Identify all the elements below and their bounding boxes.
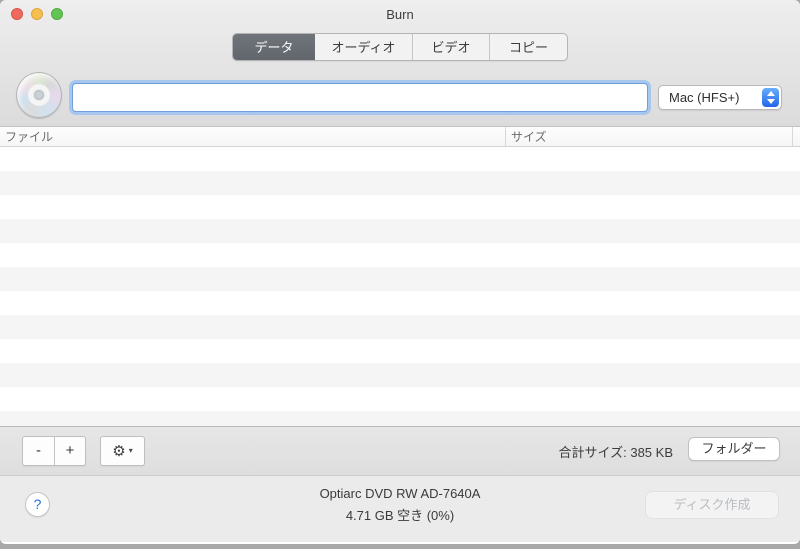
table-header: ファイル サイズ (0, 127, 800, 147)
file-list[interactable] (0, 147, 800, 426)
chevron-down-icon: ▾ (129, 447, 133, 455)
free-space-label: 4.71 GB 空き (0%) (200, 505, 600, 524)
window-chrome: Burn データ オーディオ ビデオ コピー Mac (HFS+) (0, 0, 800, 127)
mode-segmented-control: データ オーディオ ビデオ コピー (232, 33, 568, 61)
column-header-size[interactable]: サイズ (511, 127, 547, 147)
remove-item-button[interactable]: - (23, 437, 54, 465)
disc-name-input[interactable] (72, 83, 648, 112)
titlebar: Burn (0, 0, 800, 28)
add-item-button[interactable]: + (54, 437, 85, 465)
status-bar: ? Optiarc DVD RW AD-7640A 4.71 GB 空き (0%… (0, 475, 800, 542)
add-remove-group: - + (22, 436, 86, 466)
tab-copy[interactable]: コピー (489, 34, 567, 60)
column-divider[interactable] (505, 127, 506, 146)
app-window: Burn データ オーディオ ビデオ コピー Mac (HFS+) ファイル サ… (0, 0, 800, 544)
window-title: Burn (0, 0, 800, 28)
tab-video[interactable]: ビデオ (412, 34, 489, 60)
bottom-toolbar: - + ⚙ ▾ 合計サイズ: 385 KB フォルダー (0, 426, 800, 475)
format-dropdown[interactable]: Mac (HFS+) (658, 85, 782, 110)
action-menu-button[interactable]: ⚙ ▾ (100, 436, 145, 466)
new-folder-button[interactable]: フォルダー (688, 437, 780, 461)
disc-icon (16, 72, 62, 118)
format-dropdown-value: Mac (HFS+) (669, 90, 739, 105)
tab-row: データ オーディオ ビデオ コピー (0, 33, 800, 61)
total-size-label: 合計サイズ: 385 KB (559, 427, 673, 475)
tab-audio[interactable]: オーディオ (315, 34, 412, 60)
drive-name-label: Optiarc DVD RW AD-7640A (200, 486, 600, 501)
gear-icon: ⚙ (112, 444, 125, 459)
tab-data[interactable]: データ (233, 34, 315, 60)
burn-disc-button[interactable]: ディスク作成 (645, 491, 779, 519)
column-header-file[interactable]: ファイル (5, 127, 53, 147)
column-divider-right (792, 127, 793, 146)
dropdown-stepper-icon (762, 88, 779, 107)
drive-status: Optiarc DVD RW AD-7640A 4.71 GB 空き (0%) (200, 486, 600, 524)
help-button[interactable]: ? (25, 492, 50, 517)
